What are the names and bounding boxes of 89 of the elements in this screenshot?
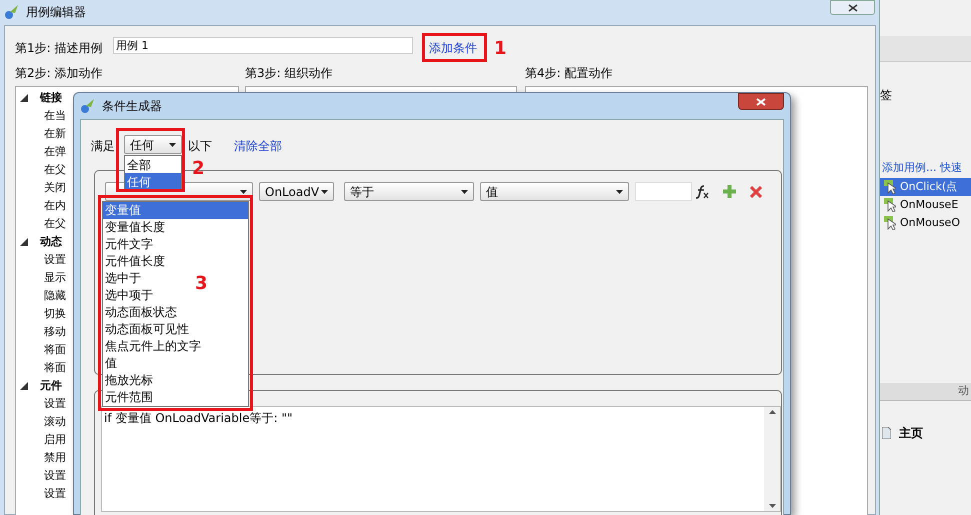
app-icon: [80, 98, 96, 114]
app-icon: [4, 4, 20, 20]
panel-links[interactable]: 添加用例... 快速: [882, 160, 962, 176]
delete-icon[interactable]: [750, 186, 762, 198]
caret-icon: [321, 190, 328, 194]
dropdown-option[interactable]: 选中于: [103, 270, 143, 287]
clear-all-link[interactable]: 清除全部: [234, 137, 282, 155]
expanded-triangle-icon[interactable]: [20, 238, 28, 246]
event-item[interactable]: OnMouseE: [880, 196, 971, 214]
dropdown-option[interactable]: 选中项于: [103, 287, 155, 304]
operator-select[interactable]: 等于: [344, 182, 474, 201]
annotation-box: [422, 33, 487, 62]
tree-item[interactable]: 在内: [44, 198, 66, 214]
annotation-number: 3: [195, 272, 208, 296]
dropdown-option[interactable]: 值: [103, 355, 119, 372]
dropdown-option[interactable]: 全部: [125, 156, 181, 173]
dropdown-option[interactable]: 任何: [125, 173, 181, 190]
caret-icon: [169, 142, 176, 146]
tree-item[interactable]: 在新: [44, 126, 66, 142]
tree-item[interactable]: 移动: [44, 324, 66, 340]
variable-select[interactable]: OnLoadV: [259, 182, 334, 201]
case-name-field[interactable]: 用例 1: [113, 37, 413, 54]
tree-item[interactable]: 将面: [44, 342, 66, 358]
tree-item[interactable]: 启用: [44, 432, 66, 448]
dropdown-option[interactable]: 变量值长度: [103, 219, 167, 236]
page-icon: [882, 427, 891, 439]
tree-item[interactable]: 设置: [44, 252, 66, 268]
scroll-down-icon[interactable]: [768, 504, 776, 508]
tree-item[interactable]: 关闭: [44, 180, 66, 196]
tree-item[interactable]: 在父: [44, 216, 66, 232]
cursor-icon: [884, 180, 896, 194]
tree-item[interactable]: 在当: [44, 108, 66, 124]
description-text: if 变量值 OnLoadVariable等于: "": [103, 410, 294, 427]
tree-item[interactable]: 在弹: [44, 144, 66, 160]
annotation-box: [116, 128, 185, 192]
caret-icon: [240, 190, 247, 194]
dialog-title: 条件生成器: [102, 98, 162, 115]
cursor-icon: [884, 198, 896, 212]
tree-item[interactable]: 在父: [44, 162, 66, 178]
cursor-icon: [884, 216, 896, 230]
tree-item[interactable]: 将面: [44, 360, 66, 376]
step-label: 第2步: 添加动作: [15, 65, 102, 82]
tree-item[interactable]: 设置: [44, 396, 66, 412]
step-label: 第3步: 组织动作: [245, 65, 332, 82]
tree-item[interactable]: 禁用: [44, 450, 66, 466]
close-button[interactable]: [830, 0, 875, 15]
annotation-number: 2: [192, 157, 205, 181]
tree-group[interactable]: 动态: [36, 234, 62, 250]
step-label: 第1步: 描述用例: [15, 40, 102, 57]
tree-item[interactable]: 滚动: [44, 414, 66, 430]
event-item[interactable]: OnMouseO: [880, 214, 971, 232]
tree-item[interactable]: 隐藏: [44, 288, 66, 304]
dropdown-option[interactable]: 动态面板状态: [103, 304, 179, 321]
expanded-triangle-icon[interactable]: [20, 94, 28, 102]
tree-group[interactable]: 链接: [36, 90, 62, 106]
tree-item[interactable]: 显示: [44, 270, 66, 286]
tree-item[interactable]: 切换: [44, 306, 66, 322]
value-type-select[interactable]: 值: [480, 182, 629, 201]
close-button[interactable]: [738, 93, 784, 110]
value-field[interactable]: [635, 182, 692, 201]
dropdown-option[interactable]: 拖放光标: [103, 372, 155, 389]
panel-header: 动: [880, 383, 971, 401]
window-title: 用例编辑器: [26, 4, 86, 21]
page-item[interactable]: 主页: [899, 424, 923, 442]
dropdown-option[interactable]: 焦点元件上的文字: [103, 338, 203, 355]
tree-item[interactable]: 设置: [44, 468, 66, 484]
caret-icon: [461, 190, 468, 194]
dropdown-option[interactable]: 元件范围: [103, 389, 155, 406]
event-item[interactable]: OnClick(点: [880, 178, 971, 196]
match-select[interactable]: 任何: [124, 135, 182, 154]
expanded-triangle-icon[interactable]: [20, 382, 28, 390]
dropdown-option[interactable]: 变量值: [103, 202, 248, 219]
step-label: 第4步: 配置动作: [525, 65, 612, 82]
tree-item[interactable]: 设置: [44, 486, 66, 502]
close-icon: [756, 98, 766, 106]
panel-label: 签: [880, 87, 892, 104]
close-icon: [848, 4, 858, 12]
dropdown-option[interactable]: 动态面板可见性: [103, 321, 191, 338]
add-condition-link[interactable]: 添加条件: [429, 39, 477, 57]
dropdown-option[interactable]: 元件文字: [103, 236, 155, 253]
scroll-up-icon[interactable]: [768, 410, 776, 414]
match-label: 满足: [91, 138, 115, 155]
dropdown-option[interactable]: 元件值长度: [103, 253, 167, 270]
match-suffix: 以下: [188, 138, 212, 155]
caret-icon: [616, 190, 623, 194]
annotation-number: 1: [494, 37, 507, 61]
scrollbar[interactable]: [764, 407, 780, 511]
tree-group[interactable]: 元件: [36, 378, 62, 394]
function-icon[interactable]: [695, 184, 709, 198]
